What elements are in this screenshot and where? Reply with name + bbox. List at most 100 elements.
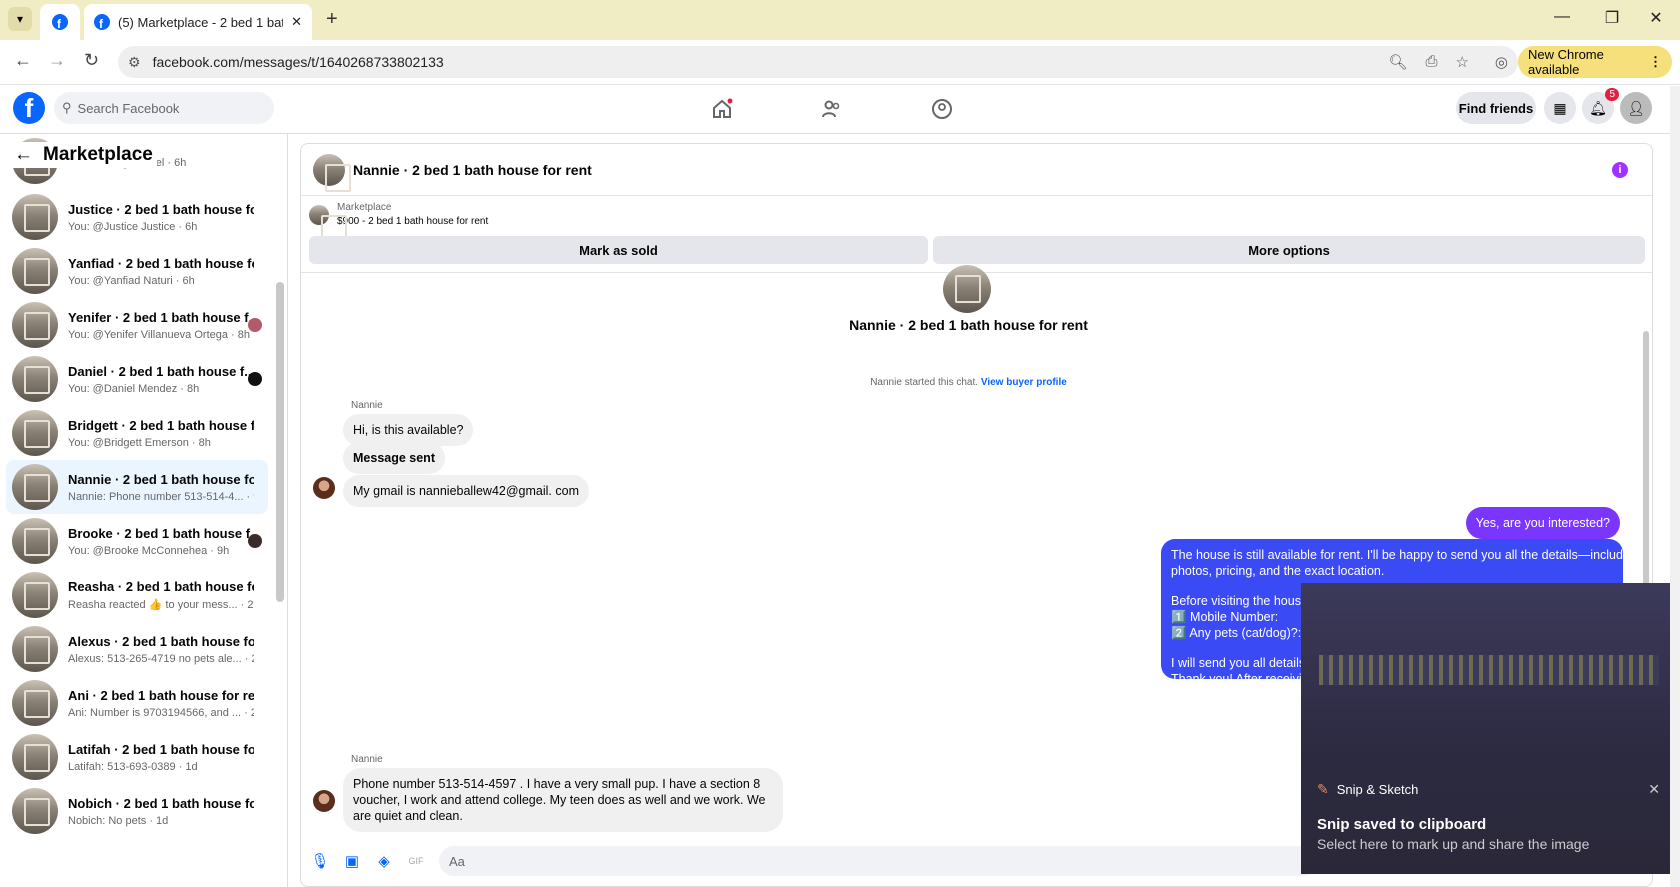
started-text: Nannie started this chat. bbox=[870, 377, 979, 388]
conversation-text: Brooke · 2 bed 1 bath house f... You: @Br… bbox=[68, 526, 254, 557]
conversation-name: Nobich · 2 bed 1 bath house for... bbox=[68, 795, 254, 811]
back-button[interactable]: ← bbox=[14, 50, 32, 71]
snip-notification[interactable]: ✎ Snip & Sketch ✕ Snip saved to clipboar… bbox=[1301, 583, 1680, 874]
conversation-name: Yanfiad · 2 bed 1 bath house for... bbox=[68, 255, 254, 271]
notifications-button[interactable]: 🔔︎ 5 bbox=[1582, 88, 1619, 124]
close-window-button[interactable]: ✕ bbox=[1636, 8, 1676, 28]
sender-avatar bbox=[313, 790, 335, 812]
thread-title: Nannie · 2 bed 1 bath house for rent bbox=[849, 317, 1088, 333]
maximize-button[interactable]: ❐ bbox=[1592, 8, 1632, 28]
conversation-item[interactable]: Yanfiad · 2 bed 1 bath house for... You: … bbox=[6, 244, 268, 298]
home-nav[interactable] bbox=[707, 96, 737, 122]
message-bubble[interactable]: My gmail is nannieballew42@gmail. com bbox=[343, 475, 589, 507]
read-receipt-avatar bbox=[248, 534, 262, 548]
groups-nav[interactable] bbox=[927, 96, 957, 122]
new-tab-button[interactable]: + bbox=[326, 8, 338, 31]
chat-header: Nannie · 2 bed 1 bath house for rent i bbox=[301, 144, 1652, 196]
chevron-down-icon: ▾ bbox=[16, 12, 24, 26]
conversation-item[interactable]: Bridgett · 2 bed 1 bath house fo... You: … bbox=[6, 406, 268, 460]
zoom-icon[interactable]: 🔍︎ bbox=[1388, 53, 1407, 71]
gif-icon[interactable]: GIF bbox=[407, 852, 425, 870]
photo-icon[interactable]: ▣ bbox=[343, 852, 361, 870]
conversation-name: Reasha · 2 bed 1 bath house for ... bbox=[68, 579, 254, 594]
info-icon[interactable]: i bbox=[1612, 162, 1628, 178]
page-scrollbar[interactable] bbox=[1670, 86, 1680, 887]
chat-avatar[interactable] bbox=[313, 153, 351, 192]
install-app-icon[interactable]: ⎙ bbox=[1425, 53, 1437, 71]
view-buyer-profile-link[interactable]: View buyer profile bbox=[981, 377, 1067, 388]
more-options-button[interactable]: More options bbox=[933, 236, 1645, 264]
facebook-logo-icon[interactable]: f bbox=[13, 92, 45, 124]
conversation-text: Bridgett · 2 bed 1 bath house fo... You: … bbox=[68, 418, 254, 449]
conversation-avatar bbox=[12, 626, 58, 672]
profile-icon[interactable]: ◎ bbox=[1495, 53, 1508, 71]
conversation-preview: You: @Yenifer Villanueva Ortega · 8h bbox=[68, 328, 250, 341]
conversation-preview: You: @Justice Justice · 6h bbox=[68, 220, 198, 233]
site-info-icon[interactable]: ⚙ bbox=[128, 54, 141, 71]
forward-button[interactable]: → bbox=[48, 50, 66, 71]
message-input[interactable]: Aa bbox=[439, 846, 1319, 876]
message-bubble[interactable]: Phone number 513-514-4597 . I have a ver… bbox=[343, 768, 783, 832]
reload-button[interactable]: ↻ bbox=[84, 50, 99, 71]
listing-summary[interactable]: Marketplace $900 - 2 bed 1 bath house fo… bbox=[309, 202, 488, 243]
browser-tab-bar: ▾ f f (5) Marketplace - 2 bed 1 bath ✕ +… bbox=[0, 0, 1680, 40]
conversation-avatar bbox=[12, 356, 58, 402]
search-input[interactable]: ⚲ Search Facebook bbox=[54, 92, 274, 124]
minimize-button[interactable]: — bbox=[1542, 8, 1582, 26]
message-bubble-sent[interactable]: Yes, are you interested? bbox=[1465, 507, 1620, 539]
listing-type: Marketplace bbox=[337, 202, 392, 213]
snip-thumbnail[interactable] bbox=[1319, 655, 1659, 685]
snip-app-row: ✎ Snip & Sketch bbox=[1317, 781, 1418, 798]
conversation-item[interactable]: Daniel · 2 bed 1 bath house f... You: @Da… bbox=[6, 352, 268, 406]
kebab-menu-icon[interactable]: ⋮ bbox=[1649, 54, 1662, 70]
conversation-item[interactable]: Reasha · 2 bed 1 bath house for ... Reash… bbox=[6, 568, 268, 622]
mark-as-sold-button[interactable]: Mark as sold bbox=[309, 236, 928, 264]
marketplace-sidebar: You: @Greg Triebel · 6hJustice · 2 bed 1… bbox=[0, 134, 288, 887]
menu-button[interactable]: ▦ bbox=[1544, 92, 1576, 124]
find-friends-button[interactable]: Find friends bbox=[1456, 92, 1536, 124]
friends-nav[interactable] bbox=[817, 96, 847, 122]
tab-search-dropdown[interactable]: ▾ bbox=[8, 7, 32, 31]
chrome-update-button[interactable]: New Chrome available ⋮ bbox=[1518, 46, 1672, 78]
address-bar[interactable]: ⚙ facebook.com/messages/t/16402687338021… bbox=[118, 46, 1518, 78]
microphone-icon[interactable]: 🎙︎ bbox=[310, 852, 329, 870]
conversation-item[interactable]: Nobich · 2 bed 1 bath house for... Nobich… bbox=[6, 784, 268, 838]
conversation-preview: Alexus: 513-265-4719 no pets ale... · 21… bbox=[68, 652, 254, 665]
message-bubble[interactable]: Message sent bbox=[343, 442, 445, 474]
sidebar-title: Marketplace bbox=[43, 144, 153, 165]
sticker-icon[interactable]: ◈ bbox=[375, 852, 393, 870]
grid-menu-icon: ▦ bbox=[1553, 99, 1567, 116]
conversation-avatar bbox=[12, 248, 58, 294]
conversation-text: Ani · 2 bed 1 bath house for rent Ani: Nu… bbox=[68, 688, 254, 719]
active-tab[interactable]: f (5) Marketplace - 2 bed 1 bath ✕ bbox=[84, 4, 312, 40]
conversation-preview: You: @Daniel Mendez · 8h bbox=[68, 382, 200, 395]
conversation-name: Yenifer · 2 bed 1 bath house f... bbox=[68, 309, 254, 325]
conversation-preview: You: @Bridgett Emerson · 8h bbox=[68, 436, 211, 449]
account-avatar[interactable]: 👤︎ bbox=[1620, 92, 1652, 124]
conversation-preview: Reasha reacted 👍 to your mess... · 20h bbox=[68, 599, 254, 611]
facebook-icon: f bbox=[94, 14, 110, 30]
close-icon[interactable]: ✕ bbox=[1648, 781, 1660, 798]
tab-title: (5) Marketplace - 2 bed 1 bath bbox=[118, 14, 284, 30]
conversation-item[interactable]: Nannie · 2 bed 1 bath house for... Nannie… bbox=[6, 460, 268, 514]
sidebar-scrollbar[interactable] bbox=[276, 282, 284, 602]
conversation-item[interactable]: Alexus · 2 bed 1 bath house for ... Alexu… bbox=[6, 622, 268, 676]
conversation-text: Reasha · 2 bed 1 bath house for ... Reash… bbox=[68, 579, 254, 611]
conversation-name: Bridgett · 2 bed 1 bath house fo... bbox=[68, 417, 254, 433]
update-label: New Chrome available bbox=[1528, 47, 1604, 77]
conversation-item[interactable]: Latifah · 2 bed 1 bath house for ... Lati… bbox=[6, 730, 268, 784]
chat-title[interactable]: Nannie · 2 bed 1 bath house for rent bbox=[353, 162, 592, 178]
pinned-tab-facebook[interactable]: f bbox=[40, 4, 80, 40]
back-arrow-icon[interactable]: ← bbox=[14, 144, 33, 166]
conversation-item[interactable]: Ani · 2 bed 1 bath house for rent Ani: Nu… bbox=[6, 676, 268, 730]
close-tab-icon[interactable]: ✕ bbox=[291, 14, 302, 30]
conversation-avatar bbox=[12, 518, 58, 564]
conversation-text: Daniel · 2 bed 1 bath house f... You: @Da… bbox=[68, 364, 254, 395]
sidebar-header: ← Marketplace bbox=[10, 142, 157, 168]
conversation-text: Nannie · 2 bed 1 bath house for... Nannie… bbox=[68, 472, 254, 503]
bookmark-star-icon[interactable]: ☆ bbox=[1455, 53, 1468, 71]
conversation-item[interactable]: Yenifer · 2 bed 1 bath house f... You: @Y… bbox=[6, 298, 268, 352]
conversation-item[interactable]: Justice · 2 bed 1 bath house for ... You:… bbox=[6, 190, 268, 244]
conversation-item[interactable]: Brooke · 2 bed 1 bath house f... You: @Br… bbox=[6, 514, 268, 568]
conversation-name: Ani · 2 bed 1 bath house for rent bbox=[68, 687, 254, 703]
